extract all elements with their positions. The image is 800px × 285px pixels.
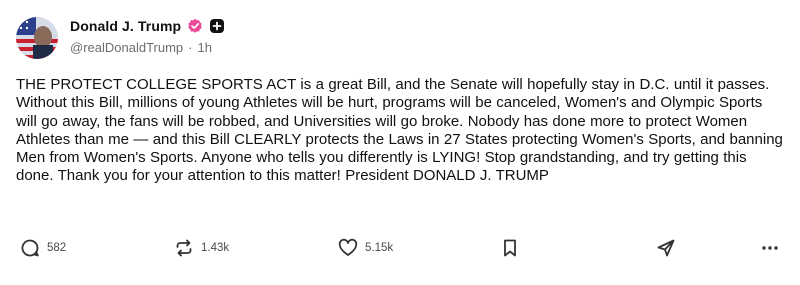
avatar[interactable] [16,17,58,59]
action-bar: 582 1.43k 5.15k [20,233,782,263]
plus-square-icon[interactable] [209,18,225,34]
heart-icon [338,238,358,256]
bookmark-icon [504,239,516,257]
author-name[interactable]: Donald J. Trump [70,18,181,34]
reply-button[interactable]: 582 [20,233,66,263]
more-horizontal-icon [762,246,778,250]
author-handle[interactable]: @realDonaldTrump [70,40,183,55]
author-meta-row: @realDonaldTrump · 1h [70,40,212,55]
share-button[interactable] [656,233,676,263]
share-icon [657,239,675,257]
repost-button[interactable]: 1.43k [174,233,229,263]
post-timestamp[interactable]: 1h [198,40,212,55]
reply-count: 582 [47,242,67,254]
avatar-image [16,17,58,59]
post-text: THE PROTECT COLLEGE SPORTS ACT is a grea… [16,76,783,185]
comment-icon [21,239,39,257]
repost-count: 1.43k [201,242,230,254]
verified-badge-icon [187,18,203,34]
more-options-button[interactable] [760,233,780,263]
meta-separator: · [188,40,193,55]
post-card: Donald J. Trump @realDonaldTrump · 1h TH… [0,0,800,285]
like-count: 5.15k [365,242,394,254]
like-button[interactable]: 5.15k [338,233,393,263]
author-name-row: Donald J. Trump [70,16,225,36]
save-button[interactable] [500,233,520,263]
repost-icon [176,239,192,257]
